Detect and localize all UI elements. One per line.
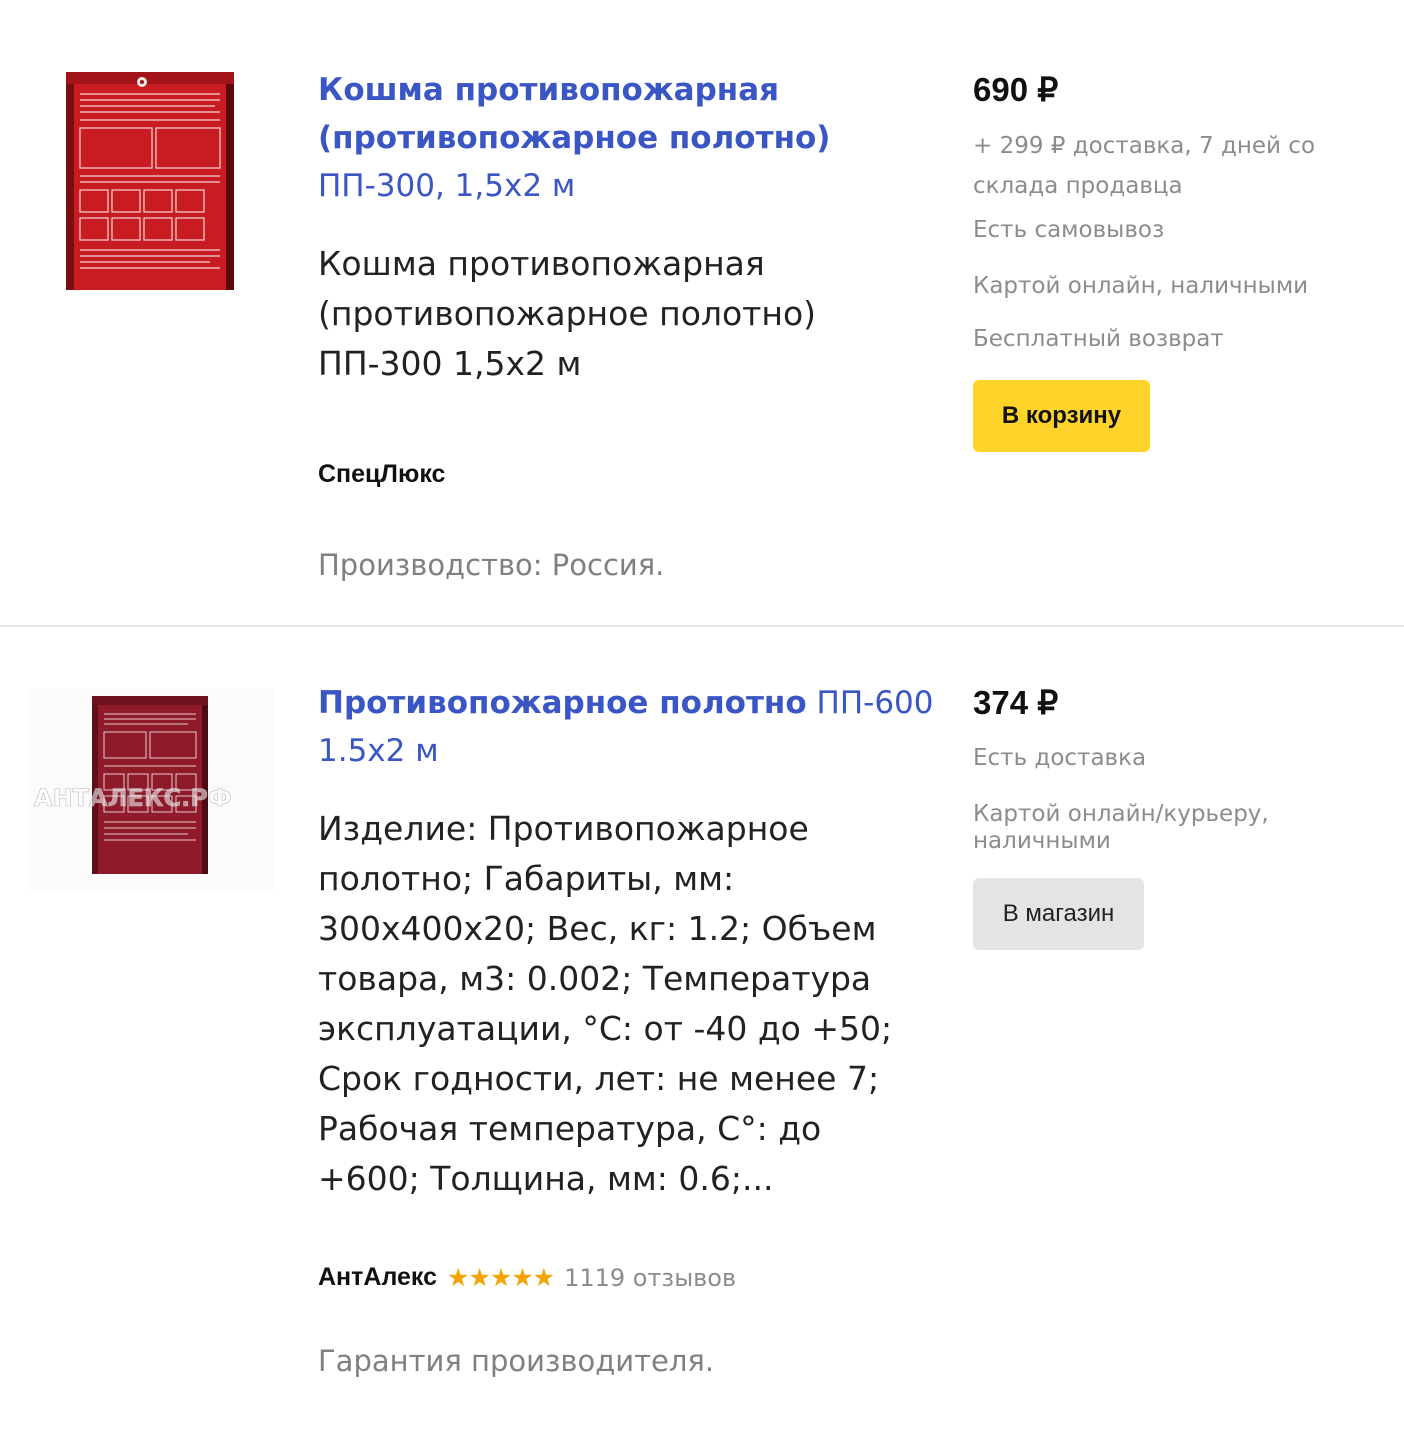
description-line: Рабочая температура, С°: до <box>318 1109 822 1148</box>
payment-info: Картой онлайн, наличными <box>973 273 1309 299</box>
offer-note: Гарантия производителя. <box>318 1344 715 1378</box>
offer-title-link[interactable]: Кошма противопожарная (противопожарное п… <box>318 66 938 210</box>
return-info: Бесплатный возврат <box>973 326 1224 352</box>
fire-blanket-package-image <box>66 72 234 290</box>
offer-title-bold: Кошма противопожарная (противопожарное п… <box>318 72 831 156</box>
product-image[interactable] <box>50 64 250 300</box>
go-to-shop-button[interactable]: В магазин <box>973 878 1144 950</box>
offer-card: Кошма противопожарная (противопожарное п… <box>0 0 1404 627</box>
delivery-line: склада продавца <box>973 173 1183 199</box>
description-line: ПП-300 1,5х2 м <box>318 344 582 383</box>
delivery-info: + 299 ₽ доставка, 7 дней со склада прода… <box>973 126 1373 206</box>
description-line: полотно; Габариты, мм: <box>318 859 735 898</box>
payment-line: Картой онлайн/курьеру, <box>973 801 1269 827</box>
description-line: (противопожарное полотно) <box>318 294 817 333</box>
description-line: +600; Толщина, мм: 0.6;... <box>318 1159 774 1198</box>
price: 374 ₽ <box>973 684 1059 721</box>
payment-info: Картой онлайн/курьеру, наличными <box>973 801 1373 855</box>
description-line: 300x400x20; Вес, кг: 1.2; Объем <box>318 909 877 948</box>
offer-title-bold: Противопожарное полотно <box>318 685 807 721</box>
description-line: Кошма противопожарная <box>318 244 765 283</box>
product-image[interactable]: АНТАЛЕКС.РФ <box>28 688 274 890</box>
description-line: Изделие: Противопожарное <box>318 809 809 848</box>
description-line: товара, м3: 0.002; Температура <box>318 959 872 998</box>
rating-stars-icon: ★★★★★ <box>447 1263 555 1292</box>
offer-description: Изделие: Противопожарное полотно; Габари… <box>318 804 938 1204</box>
offer-description: Кошма противопожарная (противопожарное п… <box>318 239 938 389</box>
description-line: Срок годности, лет: не менее 7; <box>318 1059 880 1098</box>
offer-note: Производство: Россия. <box>318 548 665 582</box>
shop-rating-row: АнтАлекс ★★★★★ 1119 отзывов <box>318 1263 938 1292</box>
delivery-line: + 299 ₽ доставка, 7 дней со <box>973 133 1316 159</box>
image-watermark: АНТАЛЕКС.РФ <box>34 784 232 812</box>
offer-title-rest: ПП-300, 1,5х2 м <box>318 168 576 204</box>
fire-blanket-package-image: АНТАЛЕКС.РФ <box>28 688 274 890</box>
payment-line: наличными <box>973 828 1111 854</box>
shop-name-link[interactable]: АнтАлекс <box>318 1263 437 1292</box>
offer-title-rest: ПП-600 <box>816 685 934 721</box>
shop-name-link[interactable]: СпецЛюкс <box>318 460 938 489</box>
price: 690 ₽ <box>973 71 1059 108</box>
description-line: эксплуатации, °С: от -40 до +50; <box>318 1009 893 1048</box>
delivery-info: Есть доставка <box>973 745 1147 771</box>
reviews-link[interactable]: 1119 отзывов <box>564 1264 736 1292</box>
offer-title-rest: 1.5х2 м <box>318 733 439 769</box>
offer-title-link[interactable]: Противопожарное полотно ПП-600 1.5х2 м <box>318 679 938 775</box>
add-to-cart-button[interactable]: В корзину <box>973 380 1150 452</box>
pickup-info: Есть самовывоз <box>973 217 1165 243</box>
